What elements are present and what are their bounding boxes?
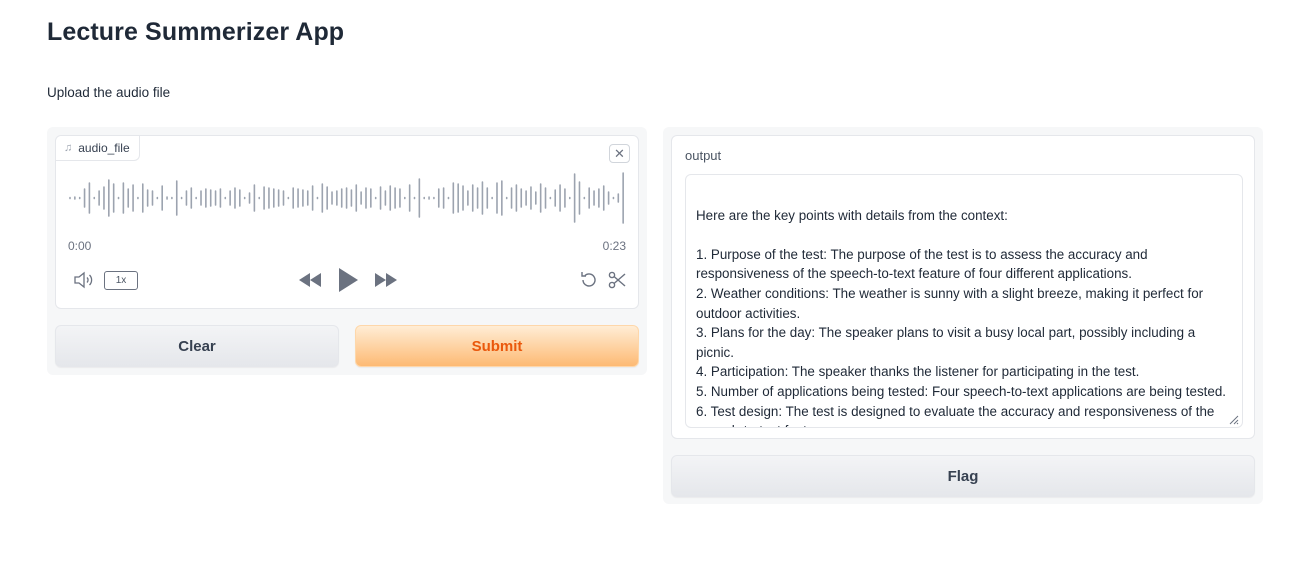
output-box: output Here are the key points with deta…: [671, 135, 1255, 439]
page-title: Lecture Summerizer App: [47, 18, 345, 46]
playback-speed-button[interactable]: 1x: [104, 271, 138, 290]
clear-button[interactable]: Clear: [55, 325, 339, 367]
fast-forward-icon[interactable]: [372, 266, 400, 294]
rewind-icon[interactable]: [296, 266, 324, 294]
audio-label: ♫ audio_file: [56, 136, 140, 161]
scissors-icon[interactable]: [606, 266, 628, 294]
music-note-icon: ♫: [64, 142, 73, 154]
audio-label-text: audio_file: [78, 141, 130, 155]
current-time: 0:00: [68, 239, 92, 253]
output-textarea[interactable]: Here are the key points with details fro…: [685, 174, 1243, 428]
play-icon[interactable]: [334, 265, 362, 295]
audio-player: ♫ audio_file ✕ 0:00 0:23 1x: [55, 135, 639, 309]
flag-button[interactable]: Flag: [671, 455, 1255, 497]
close-icon[interactable]: ✕: [609, 144, 630, 163]
page-description: Upload the audio file: [47, 85, 171, 100]
input-panel: ♫ audio_file ✕ 0:00 0:23 1x Clear Submit: [47, 127, 647, 375]
duration: 0:23: [602, 239, 626, 253]
output-label: output: [685, 148, 722, 163]
submit-button[interactable]: Submit: [355, 325, 639, 367]
output-panel: output Here are the key points with deta…: [663, 127, 1263, 504]
audio-waveform[interactable]: [68, 168, 626, 228]
resize-handle-icon[interactable]: [1227, 413, 1239, 425]
volume-icon[interactable]: [72, 266, 96, 294]
undo-icon[interactable]: [578, 266, 600, 294]
